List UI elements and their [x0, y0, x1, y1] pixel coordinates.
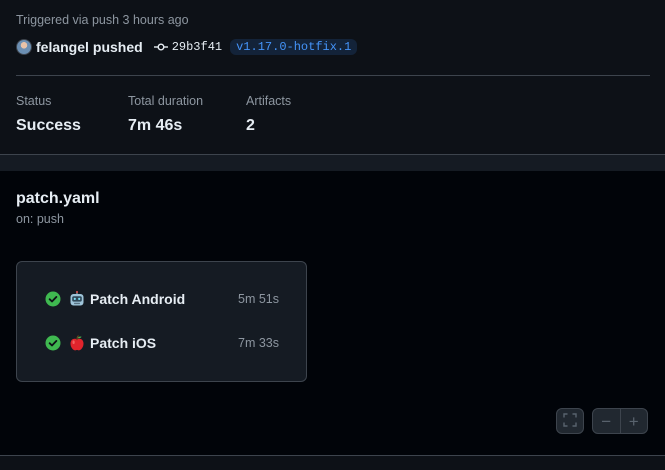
artifacts-value[interactable]: 2	[246, 117, 291, 135]
duration-stat: Total duration 7m 46s	[128, 94, 203, 135]
job-name: Patch Android	[90, 291, 186, 307]
job-group: Patch Android 5m 51s Patch iOS 7m 33s	[16, 261, 307, 382]
avatar[interactable]	[16, 39, 32, 55]
zoom-in-button[interactable]: +	[619, 409, 648, 433]
run-summary: Triggered via push 3 hours ago felangel …	[0, 0, 665, 154]
duration-label: Total duration	[128, 94, 204, 108]
job-patch-ios[interactable]: Patch iOS 7m 33s	[45, 333, 279, 353]
artifacts-stat: Artifacts 2	[246, 94, 291, 135]
job-duration: 7m 33s	[238, 336, 279, 350]
fullscreen-control	[556, 408, 584, 434]
fullscreen-button[interactable]	[557, 409, 583, 433]
artifacts-label: Artifacts	[246, 94, 292, 108]
status-label: Status	[16, 94, 52, 108]
section-separator	[0, 154, 665, 171]
git-commit-icon	[153, 39, 169, 55]
robot-face-icon	[69, 291, 85, 307]
success-check-icon	[45, 335, 61, 351]
success-check-icon	[45, 291, 61, 307]
duration-value: 7m 46s	[128, 117, 183, 134]
zoom-out-button[interactable]: −	[593, 409, 620, 433]
trigger-info: Triggered via push 3 hours ago	[16, 13, 189, 27]
workflow-trigger: on: push	[16, 212, 64, 226]
action-label: pushed	[92, 39, 143, 55]
commit-sha-link[interactable]: 29b3f41	[172, 40, 222, 54]
commit-info: felangel pushed 29b3f41 v1.17.0-hotfix.1	[16, 38, 358, 56]
branch-label[interactable]: v1.17.0-hotfix.1	[230, 39, 358, 55]
fullscreen-icon	[563, 412, 577, 430]
job-duration: 5m 51s	[238, 292, 279, 306]
red-apple-icon	[69, 335, 85, 351]
actor-link[interactable]: felangel	[36, 39, 89, 55]
zoom-controls: − +	[592, 408, 648, 434]
divider	[16, 75, 650, 76]
status-value: Success	[16, 117, 81, 134]
workflow-file-name: patch.yaml	[16, 190, 100, 207]
job-patch-android[interactable]: Patch Android 5m 51s	[45, 289, 279, 309]
status-stat: Status Success	[16, 94, 81, 135]
workflow-graph: patch.yaml on: push Patch Android 5m 51s…	[0, 171, 665, 470]
job-name: Patch iOS	[90, 335, 157, 351]
footer-area	[0, 456, 665, 470]
